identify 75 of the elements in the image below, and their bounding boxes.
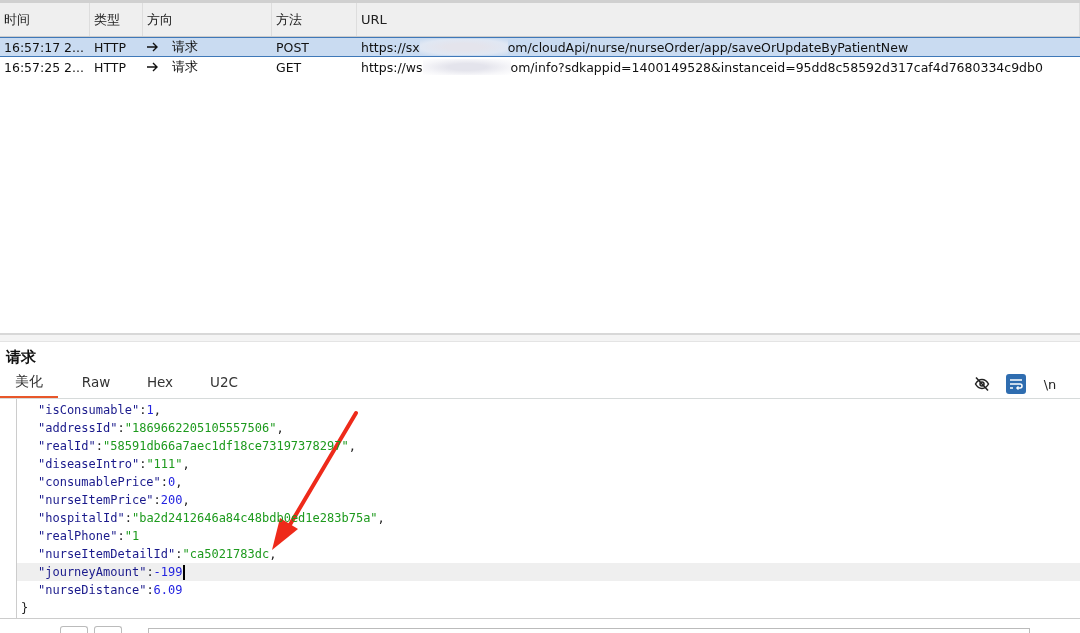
wrap-toggle[interactable] xyxy=(1006,374,1026,394)
json-value: "1869662205105557506" xyxy=(124,421,277,435)
json-key: "hospitalId" xyxy=(38,511,125,525)
json-key: "nurseDistance" xyxy=(38,583,147,597)
request-row[interactable]: 16:57:17 2... HTTP 请求 POST https://sx om/cloudApi/nurse/nurseOrder/app/saveOrUpdateByPatientNew xyxy=(0,37,1080,57)
json-value: 200 xyxy=(160,493,183,507)
json-value: "ca5021783dc xyxy=(182,547,270,561)
json-value: "1 xyxy=(124,529,140,543)
time-text: 16:57:25 2... xyxy=(4,59,84,75)
colon-text: : xyxy=(117,421,125,435)
toolbar-button[interactable] xyxy=(94,626,122,633)
json-value: "111" xyxy=(146,457,183,471)
text-cursor xyxy=(182,564,185,580)
json-value: -199 xyxy=(153,565,183,579)
json-key: "consumablePrice" xyxy=(38,475,161,489)
colon-text: : xyxy=(153,493,161,507)
view-tab[interactable]: Raw xyxy=(64,372,128,398)
url-text: https://sx xyxy=(361,39,420,55)
method-text: GET xyxy=(276,59,302,75)
json-key: "realId" xyxy=(38,439,96,453)
url-text: om/cloudApi/nurse/nurseOrder/app/saveOrUpdateByPatientNew xyxy=(507,39,909,55)
view-tab[interactable]: 美化 xyxy=(0,372,58,398)
json-key: "journeyAmount" xyxy=(38,565,147,579)
column-header[interactable]: 方法 xyxy=(272,3,357,36)
closing-brace: } xyxy=(21,600,29,617)
url-text: om/info?sdkappid=1400149528&instanceid=95dd8c58592d317caf4d7680334c9db0 xyxy=(510,59,1043,75)
panel-title: 请求 xyxy=(4,346,37,368)
json-value: 1 xyxy=(146,403,154,417)
json-key: "nurseItemDetailId" xyxy=(38,547,176,561)
json-value: 0 xyxy=(168,475,176,489)
view-tab[interactable]: U2C xyxy=(192,372,256,398)
newline-toggle[interactable]: \n xyxy=(1040,374,1060,394)
comma-text: , xyxy=(377,511,385,525)
colon-text: : xyxy=(124,511,132,525)
comma-text: , xyxy=(276,421,284,435)
comma-text: , xyxy=(175,475,183,489)
comma-text: , xyxy=(269,547,277,561)
type-text: HTTP xyxy=(94,39,126,55)
time-text: 16:57:17 2... xyxy=(4,39,84,55)
hide-toggle[interactable] xyxy=(972,374,992,394)
url-text: https://ws xyxy=(361,59,423,75)
method-text: POST xyxy=(276,39,309,55)
json-key: "nurseItemPrice" xyxy=(38,493,154,507)
toolbar-button[interactable] xyxy=(60,626,88,633)
column-header[interactable]: 类型 xyxy=(90,3,143,36)
direction-text: 请求 xyxy=(172,58,198,76)
json-key: "realPhone" xyxy=(38,529,118,543)
direction-text: 请求 xyxy=(172,38,198,56)
column-header[interactable]: URL xyxy=(357,3,1080,36)
json-value: 6.09 xyxy=(153,583,183,597)
colon-text: : xyxy=(175,547,183,561)
colon-text: : xyxy=(139,457,147,471)
json-key: "isConsumable" xyxy=(38,403,140,417)
colon-text: : xyxy=(146,565,154,579)
comma-text: , xyxy=(153,403,161,417)
right-arrow-icon xyxy=(147,42,158,52)
right-arrow-icon xyxy=(147,62,158,72)
comma-text: , xyxy=(182,457,190,471)
column-header[interactable]: 时间 xyxy=(0,3,90,36)
json-key: "diseaseIntro" xyxy=(38,457,140,471)
column-header[interactable]: 方向 xyxy=(143,3,272,36)
comma-text: , xyxy=(182,493,190,507)
json-key: "addressId" xyxy=(38,421,118,435)
colon-text: : xyxy=(117,529,125,543)
colon-text: : xyxy=(160,475,169,489)
view-tab[interactable]: Hex xyxy=(128,372,192,398)
colon-text: : xyxy=(146,583,154,597)
wrap-icon xyxy=(1009,377,1023,391)
type-text: HTTP xyxy=(94,59,126,75)
colon-text: : xyxy=(95,439,104,453)
splitter-bar[interactable] xyxy=(0,333,1080,342)
input-field[interactable] xyxy=(148,628,1030,633)
eye-hidden-icon xyxy=(974,376,990,392)
comma-text: , xyxy=(348,439,356,453)
colon-text: : xyxy=(139,403,147,417)
